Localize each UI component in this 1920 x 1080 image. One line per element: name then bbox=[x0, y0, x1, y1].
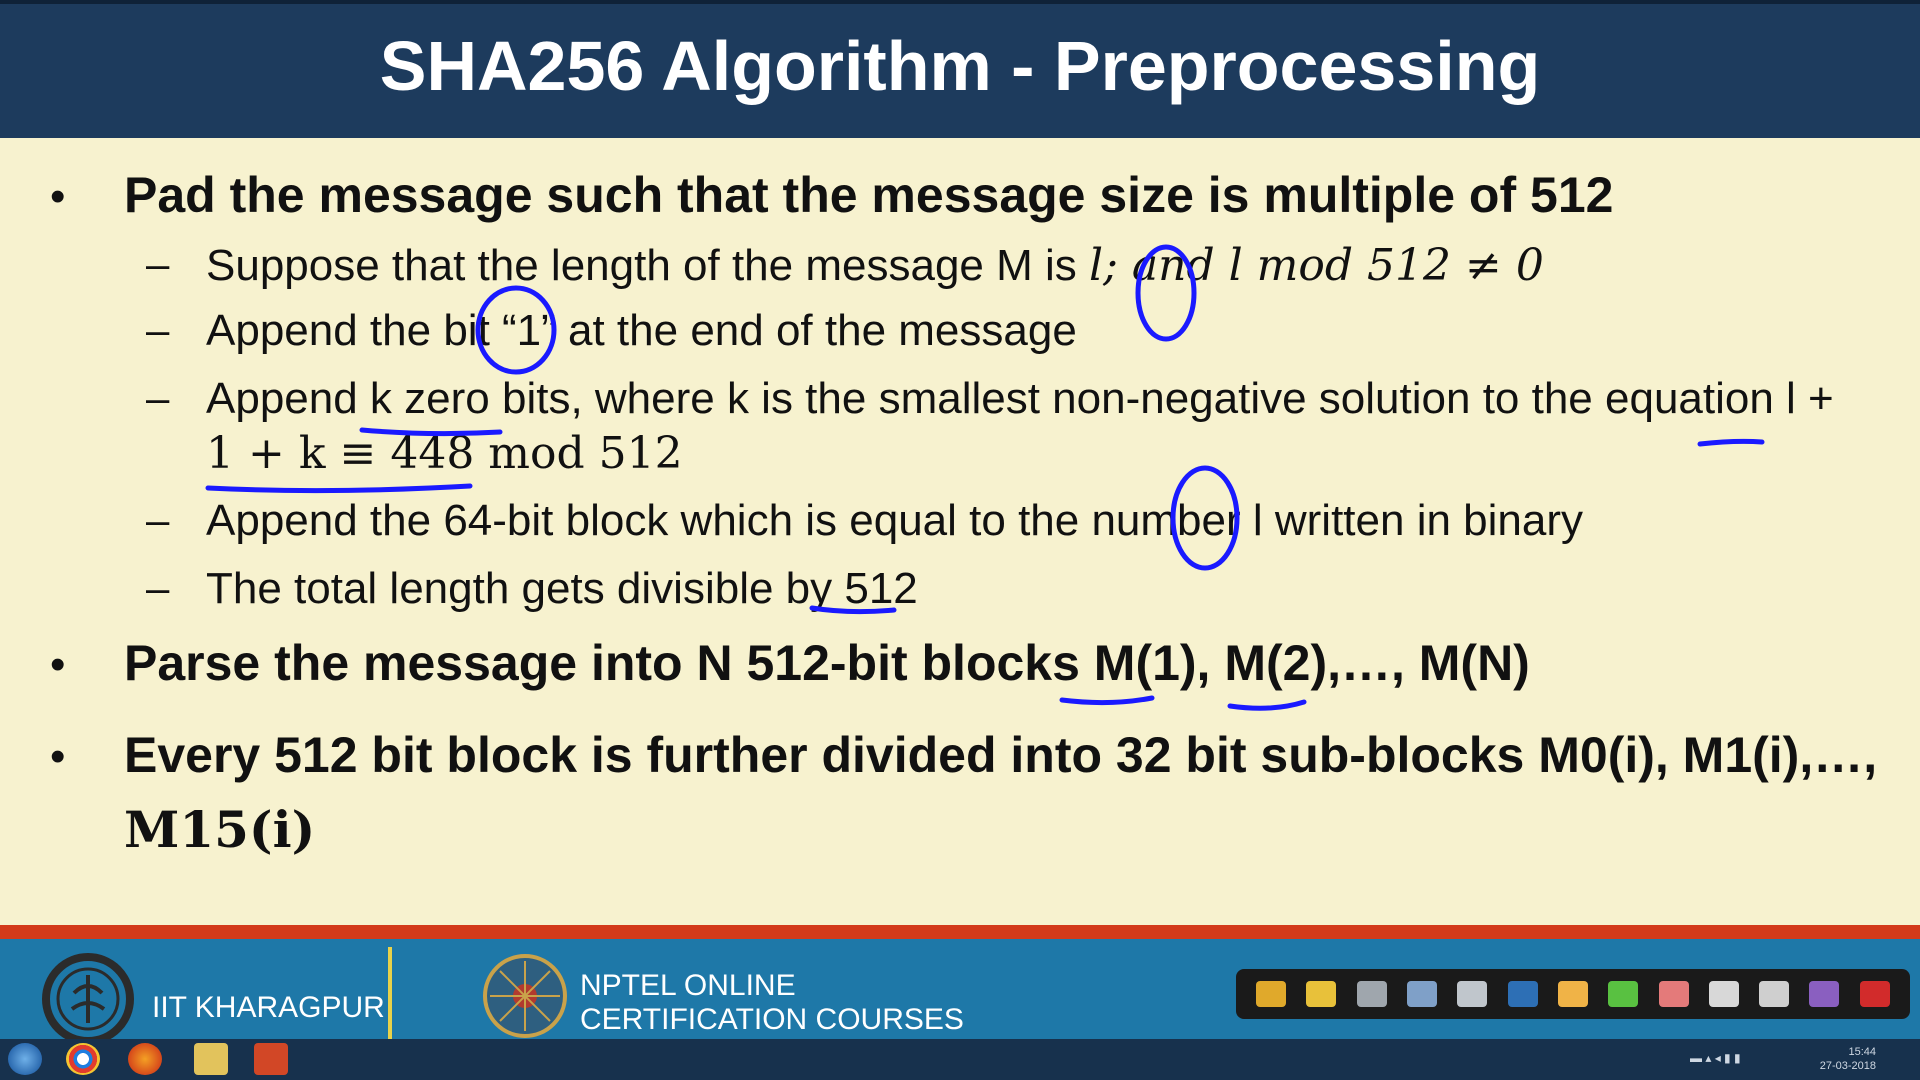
marker-tool-icon[interactable] bbox=[1608, 981, 1639, 1007]
chrome-icon[interactable] bbox=[66, 1043, 100, 1075]
firefox-icon[interactable] bbox=[128, 1043, 162, 1075]
save-tool-icon[interactable] bbox=[1356, 981, 1387, 1007]
footer-divider bbox=[388, 947, 392, 1039]
screen-tool-icon[interactable] bbox=[1507, 981, 1538, 1007]
system-tray-icons[interactable]: ▬ ▴ ◂ ▮ ▮ bbox=[1690, 1051, 1820, 1067]
highlight-tool-icon[interactable] bbox=[1407, 981, 1438, 1007]
pointer-tool-icon[interactable] bbox=[1256, 981, 1287, 1007]
sub-bullet-append-zeros: Append k zero bits, where k is the small… bbox=[206, 374, 1834, 423]
iit-kharagpur-label: IIT KHARAGPUR bbox=[152, 991, 385, 1024]
clock-time: 15:44 bbox=[1848, 1046, 1876, 1058]
bullet-sub-blocks-last: M15(i) bbox=[124, 800, 316, 859]
iit-kharagpur-logo-icon bbox=[42, 953, 134, 1045]
sub-bullet-append-one: Append the bit “1” at the end of the mes… bbox=[206, 306, 1077, 355]
footer-accent-line bbox=[0, 925, 1920, 939]
nptel-line-1: NPTEL ONLINE bbox=[580, 969, 796, 1002]
slide-title: SHA256 Algorithm - Preprocessing bbox=[379, 27, 1541, 105]
bullet-marker: • bbox=[50, 172, 66, 221]
sub-bullet-length-math: l; and l mod 512 ≠ 0 bbox=[1089, 240, 1544, 291]
bullet-parse-blocks: Parse the message into N 512-bit blocks … bbox=[124, 635, 1530, 691]
pencil-tool-icon[interactable] bbox=[1557, 981, 1588, 1007]
dash-marker: – bbox=[146, 240, 170, 287]
pen-toolbar bbox=[1236, 969, 1910, 1019]
file-explorer-icon[interactable] bbox=[194, 1043, 228, 1075]
bullet-marker: • bbox=[50, 640, 66, 689]
nptel-logo-icon bbox=[483, 954, 567, 1038]
color-tool-icon[interactable] bbox=[1809, 981, 1840, 1007]
nptel-line-2: CERTIFICATION COURSES bbox=[580, 1003, 964, 1036]
dash-marker: – bbox=[146, 564, 170, 611]
sub-bullet-equation: 1 + k ≡ 448 mod 512 bbox=[206, 428, 683, 479]
powerpoint-icon[interactable] bbox=[254, 1043, 288, 1075]
sub-bullet-length: Suppose that the length of the message M… bbox=[206, 240, 1544, 291]
move-tool-icon[interactable] bbox=[1759, 981, 1790, 1007]
cursor-tool-icon[interactable] bbox=[1708, 981, 1739, 1007]
bullet-sub-blocks: Every 512 bit block is further divided i… bbox=[124, 727, 1878, 783]
folder-tool-icon[interactable] bbox=[1306, 981, 1337, 1007]
dash-marker: – bbox=[146, 374, 170, 421]
sub-bullet-total-length: The total length gets divisible by 512 bbox=[206, 564, 918, 613]
bullet-pad-message: Pad the message such that the message si… bbox=[124, 167, 1614, 223]
footer-bar: IIT KHARAGPUR NPTEL ONLINE CERTIFICATION… bbox=[0, 939, 1920, 1045]
slide-title-bar: SHA256 Algorithm - Preprocessing bbox=[0, 0, 1920, 138]
eraser-tool-icon[interactable] bbox=[1457, 981, 1488, 1007]
close-tool-icon[interactable] bbox=[1859, 981, 1890, 1007]
sub-bullet-length-text: Suppose that the length of the message M… bbox=[206, 241, 1089, 290]
sub-bullet-append-length: Append the 64-bit block which is equal t… bbox=[206, 496, 1583, 545]
system-clock[interactable]: 15:44 27-03-2018 bbox=[1820, 1045, 1876, 1073]
dash-marker: – bbox=[146, 496, 170, 543]
clear-tool-icon[interactable] bbox=[1658, 981, 1689, 1007]
bullet-marker: • bbox=[50, 732, 66, 781]
dash-marker: – bbox=[146, 306, 170, 353]
slide-body: • Pad the message such that the message … bbox=[0, 140, 1920, 925]
start-button-icon[interactable] bbox=[8, 1043, 42, 1075]
clock-date: 27-03-2018 bbox=[1819, 1060, 1876, 1072]
windows-taskbar: ▬ ▴ ◂ ▮ ▮ 15:44 27-03-2018 bbox=[0, 1039, 1920, 1080]
